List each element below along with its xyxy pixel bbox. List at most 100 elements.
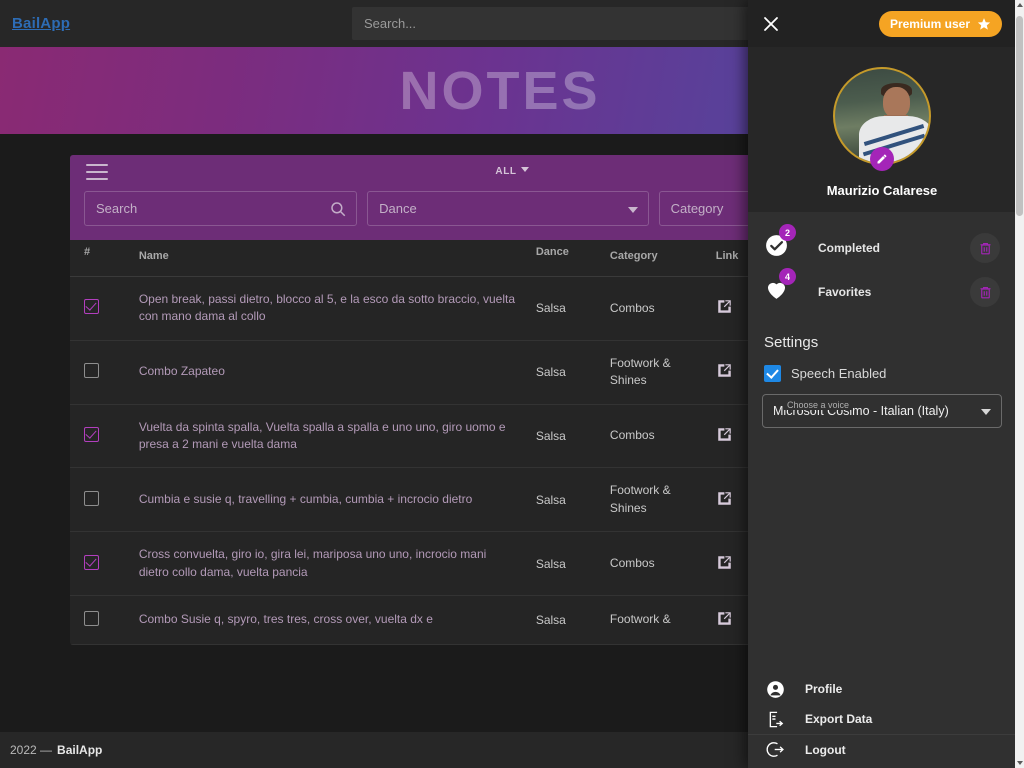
row-checkbox-cell[interactable] [70,404,139,469]
row-name-cell: Open break, passi dietro, blocco al 5, e… [138,276,536,341]
chevron-down-icon [981,409,991,415]
row-dance-cell: Salsa [535,276,610,341]
speech-enabled-label: Speech Enabled [791,366,887,381]
stat-icon[interactable]: 2 [764,224,798,263]
menu-item-export-data[interactable]: Export Data [748,704,1016,734]
row-dance-cell: Salsa [535,595,610,645]
stat-icon[interactable]: 4 [764,268,798,307]
all-filter-label: ALL [495,166,517,177]
speech-enabled-checkbox[interactable] [764,365,781,382]
close-icon[interactable] [762,15,780,33]
voice-select[interactable]: Choose a voice Microsoft Cosimo - Italia… [762,394,1002,428]
row-name-cell: Combo Susie q, spyro, tres tres, cross o… [138,595,536,645]
row-name-cell: Vuelta da spinta spalla, Vuelta spalla a… [138,404,536,469]
stat-row[interactable]: 4 Favorites [748,268,1016,314]
row-dance-cell: Salsa [535,404,610,469]
drawer-spacer [748,428,1016,674]
page-title: NOTES [399,60,601,121]
row-checkbox[interactable] [84,299,99,315]
stat-delete-button[interactable] [970,233,1000,263]
row-category-cell: Footwork & [609,595,716,645]
row-checkbox[interactable] [84,426,99,442]
stat-label: Favorites [818,285,872,299]
card-search-input[interactable] [85,192,357,225]
row-checkbox[interactable] [84,363,99,379]
row-name-cell: Combo Zapateo [138,340,536,405]
trash-icon [980,286,990,298]
stats-list: 2 Completed 4 Favorites [748,212,1016,318]
external-link-icon[interactable] [716,426,733,443]
external-link-icon[interactable] [716,298,733,315]
row-category-cell: Combos [609,531,716,596]
column-header-number[interactable]: # [70,240,139,277]
speech-enabled-row[interactable]: Speech Enabled [748,359,1016,382]
dance-filter-value: Dance [379,201,417,216]
star-icon [977,17,991,30]
drawer-header: Premium user [748,0,1016,47]
export-file-icon [769,711,784,727]
avatar-wrapper [833,67,931,171]
column-header-dance[interactable]: Dance [535,240,610,277]
pencil-glyph [877,154,887,164]
chevron-down-icon [627,207,638,213]
page-scrollbar[interactable] [1015,0,1024,768]
stat-row[interactable]: 2 Completed [748,224,1016,270]
dance-filter-select[interactable]: Dance [367,191,649,226]
column-header-name[interactable]: Name [138,240,536,277]
row-checkbox-cell[interactable] [70,467,139,533]
trash-icon [980,242,990,254]
menu-item-label: Logout [805,742,846,757]
row-checkbox-cell[interactable] [70,340,139,405]
logout-icon [766,742,784,757]
row-checkbox[interactable] [84,610,99,626]
row-checkbox-cell[interactable] [70,531,139,596]
row-dance-cell: Salsa [535,531,610,596]
row-checkbox[interactable] [84,490,99,506]
menu-item-label: Export Data [805,712,873,726]
pencil-icon[interactable] [870,147,894,171]
menu-item-profile[interactable]: Profile [748,674,1016,704]
profile-username: Maurizio Calarese [826,183,938,198]
scroll-up-arrow-icon[interactable] [1017,3,1023,7]
stat-label: Completed [818,241,881,255]
row-category-cell: Combos [609,276,716,341]
app-root: BailApp NOTES ALL [0,0,1024,768]
menu-item-label: Profile [805,682,843,696]
menu-item-logout[interactable]: Logout [748,734,1016,764]
voice-select-legend: Choose a voice [783,400,854,410]
external-link-icon[interactable] [716,610,733,627]
chevron-down-icon [520,167,529,172]
row-category-cell: Combos [609,404,716,469]
premium-user-label: Premium user [889,16,970,31]
settings-heading: Settings [764,334,819,351]
stat-delete-button[interactable] [970,277,1000,307]
settings-drawer: Premium user Maurizio Calarese 2 Complet… [748,0,1016,768]
row-category-cell: Footwork & Shines [609,467,716,533]
card-search-field[interactable] [84,191,358,226]
row-name-cell: Cumbia e susie q, travelling + cumbia, c… [138,467,536,533]
scrollbar-thumb[interactable] [1016,16,1023,216]
stat-badge-count: 2 [779,224,796,241]
row-dance-cell: Salsa [535,467,610,533]
drawer-menu: Profile Export Data Logout [748,674,1016,768]
external-link-icon[interactable] [716,490,733,507]
row-checkbox-cell[interactable] [70,276,139,341]
column-header-category[interactable]: Category [609,240,716,277]
row-checkbox[interactable] [84,554,99,570]
category-filter-value: Category [670,201,724,216]
brand-link[interactable]: BailApp [12,15,70,32]
row-checkbox-cell[interactable] [70,595,139,645]
row-dance-cell: Salsa [535,340,610,405]
profile-block: Maurizio Calarese [748,47,1016,212]
footer-brand: BailApp [57,743,103,757]
row-category-cell: Footwork & Shines [609,340,716,405]
voice-select-wrapper: Choose a voice Microsoft Cosimo - Italia… [748,382,1016,428]
row-name-cell: Cross convuelta, giro io, gira lei, mari… [138,531,536,596]
external-link-icon[interactable] [716,362,733,379]
footer-year: 2022 — [10,743,53,757]
external-link-icon[interactable] [716,554,733,571]
scroll-down-arrow-icon[interactable] [1017,761,1023,765]
premium-user-button[interactable]: Premium user [878,10,1002,37]
account-circle-icon [767,680,784,698]
stat-badge-count: 4 [779,268,796,285]
